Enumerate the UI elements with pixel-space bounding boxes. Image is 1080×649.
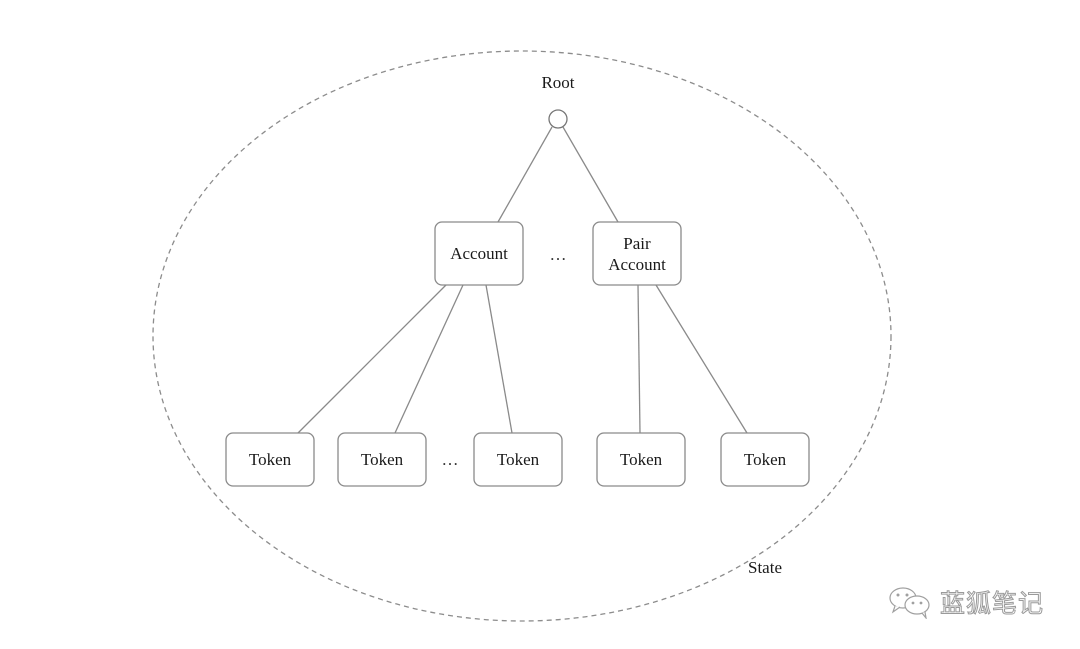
node-token-2: Token bbox=[337, 432, 427, 487]
pair-account-box bbox=[592, 221, 682, 286]
level2-ellipsis: … bbox=[442, 450, 459, 469]
state-boundary bbox=[152, 50, 892, 622]
wechat-icon bbox=[889, 587, 930, 619]
level1-ellipsis: … bbox=[550, 245, 567, 264]
edge-root-account bbox=[497, 126, 553, 223]
watermark-text: 蓝狐笔记 bbox=[939, 589, 1045, 619]
node-account: Account bbox=[434, 221, 524, 286]
node-token-4: Token bbox=[596, 432, 686, 487]
pair-account-label-line2: Account bbox=[608, 255, 666, 274]
node-pair-account: Pair Account bbox=[592, 221, 682, 286]
state-label: State bbox=[748, 558, 782, 577]
token-label: Token bbox=[620, 450, 663, 469]
token-label: Token bbox=[361, 450, 404, 469]
root-node bbox=[548, 109, 568, 129]
edge-account-token-2 bbox=[394, 284, 464, 434]
token-label: Token bbox=[249, 450, 292, 469]
watermark: 蓝狐笔记 bbox=[888, 584, 1044, 620]
account-label: Account bbox=[450, 244, 508, 263]
node-token-1: Token bbox=[225, 432, 315, 487]
edge-root-pair-account bbox=[562, 126, 619, 223]
state-tree-diagram: State Root Account … Pair Account Token … bbox=[152, 50, 892, 622]
token-label: Token bbox=[497, 450, 540, 469]
edge-pair-account-token-4 bbox=[637, 284, 641, 434]
edge-account-token-1 bbox=[297, 284, 447, 434]
root-label: Root bbox=[541, 73, 574, 92]
pair-account-label-line1: Pair bbox=[623, 234, 651, 253]
edge-pair-account-token-5 bbox=[655, 284, 748, 434]
edge-account-token-3 bbox=[485, 284, 513, 434]
node-token-5: Token bbox=[720, 432, 810, 487]
node-token-3: Token bbox=[473, 432, 563, 487]
token-label: Token bbox=[744, 450, 787, 469]
